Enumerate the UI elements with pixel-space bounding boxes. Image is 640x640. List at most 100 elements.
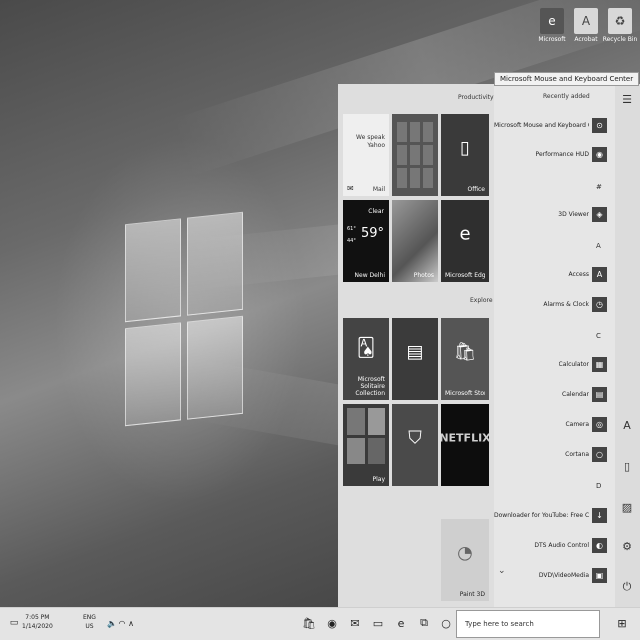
- acrobat-icon: A: [574, 8, 598, 34]
- desktop-icon-label: Acrobat: [574, 36, 598, 43]
- mouse-keyboard-icon: ⊙: [592, 117, 607, 133]
- app-item-calendar[interactable]: ▤ Calendar: [494, 382, 615, 406]
- news-icon: ▤: [406, 341, 424, 363]
- group-title-explore[interactable]: Explore: [470, 297, 493, 304]
- mail-icon: ✉: [347, 184, 354, 193]
- desktop-icon-label: Recycle Bin: [602, 36, 638, 43]
- app-item-access[interactable]: A Access: [494, 262, 615, 286]
- app-label: 3D Viewer: [558, 210, 589, 218]
- tile-label: Microsoft Edge: [445, 272, 485, 279]
- app-label: Downloader for YouTube: Free Conve...: [494, 511, 589, 519]
- letter-header-hash[interactable]: #: [596, 183, 602, 191]
- app-item-alarms-clock[interactable]: ◷ Alarms & Clock: [494, 292, 615, 316]
- edge-icon[interactable]: e: [391, 612, 411, 634]
- app-label: Microsoft Mouse and Keyboard Cen...: [494, 121, 589, 129]
- lang-top: ENG: [83, 614, 96, 621]
- desktop-icon-microsoft[interactable]: e Microsoft: [532, 8, 572, 43]
- app-item-cortana[interactable]: ○ Cortana: [494, 442, 615, 466]
- lang-bottom: US: [85, 623, 94, 630]
- tile-label: Play: [372, 476, 385, 483]
- download-icon: ↓: [592, 507, 607, 523]
- weather-temperature: 59°: [360, 226, 384, 241]
- windows-logo: [125, 211, 243, 430]
- dvd-icon: ▣: [592, 567, 607, 583]
- cortana-icon[interactable]: ○: [436, 612, 456, 634]
- desktop-icon-recycle-bin[interactable]: ♻ Recycle Bin: [600, 8, 640, 43]
- tile-paint-3d[interactable]: ◔ Paint 3D: [441, 519, 489, 601]
- documents-icon[interactable]: ▯: [618, 457, 636, 475]
- show-hidden-icons-icon[interactable]: ∧: [121, 612, 141, 634]
- language-indicator[interactable]: ENG US: [83, 613, 96, 631]
- app-label: DTS Audio Control: [534, 541, 589, 549]
- app-item-camera[interactable]: ◎ Camera: [494, 412, 615, 436]
- group-title-productivity[interactable]: Productivity: [458, 94, 494, 101]
- app-item-dts-audio[interactable]: ◐ DTS Audio Control: [494, 533, 615, 557]
- letter-header-c[interactable]: C: [596, 332, 601, 340]
- office-icon: ▯: [460, 137, 470, 159]
- app-item-dvd-videomedia[interactable]: ▣ DVD\VideoMedia: [494, 563, 615, 587]
- clock-date: 1/14/2020: [22, 623, 53, 630]
- store-icon: 🛍: [453, 341, 477, 363]
- settings-icon[interactable]: ⚙: [618, 537, 636, 555]
- alarm-clock-icon: ◷: [592, 296, 607, 312]
- firefox-icon[interactable]: ◉: [322, 612, 342, 634]
- app-folder-grid: [347, 408, 385, 464]
- tile-mail[interactable]: We speak Yahoo Mail ✉: [343, 114, 389, 196]
- edge-icon: e: [459, 223, 471, 245]
- menu-icon[interactable]: ☰: [618, 90, 636, 108]
- tile-label: New Delhi: [354, 272, 385, 279]
- tile-weather[interactable]: Clear 59° 61° 44° New Delhi: [343, 200, 389, 282]
- store-icon[interactable]: 🛍: [299, 612, 319, 634]
- pictures-icon[interactable]: ▨: [618, 498, 636, 516]
- app-folder-grid: [397, 122, 433, 188]
- desktop-icon-acrobat[interactable]: A Acrobat: [566, 8, 606, 43]
- chevron-down-icon[interactable]: ⌄: [498, 566, 506, 576]
- app-item-calculator[interactable]: ▦ Calculator: [494, 352, 615, 376]
- app-item-downloader-youtube[interactable]: ↓ Downloader for YouTube: Free Conve...: [494, 503, 615, 527]
- weather-condition: Clear: [368, 208, 384, 215]
- desktop-icon-label: Microsoft: [538, 36, 566, 43]
- app-item-mouse-keyboard[interactable]: ⊙ Microsoft Mouse and Keyboard Cen...: [494, 113, 615, 137]
- paint-3d-icon: ◔: [457, 542, 473, 564]
- tile-news[interactable]: ▤: [392, 318, 438, 400]
- app-item-performance-hud[interactable]: ◉ Performance HUD: [494, 142, 615, 166]
- tooltip: Microsoft Mouse and Keyboard Center: [494, 72, 640, 86]
- app-item-3d-viewer[interactable]: ◈ 3D Viewer: [494, 202, 615, 226]
- letter-header-a[interactable]: A: [596, 242, 601, 250]
- app-label: Calculator: [558, 360, 589, 368]
- shield-icon: ⛉: [408, 427, 422, 449]
- tile-shield[interactable]: ⛉: [392, 404, 438, 486]
- weather-low: 44°: [347, 238, 356, 244]
- tile-microsoft-store[interactable]: 🛍 Microsoft Store: [441, 318, 489, 400]
- search-placeholder: Type here to search: [465, 620, 534, 628]
- power-icon[interactable]: ⏻: [618, 578, 636, 596]
- tile-photos[interactable]: Photos: [392, 200, 438, 282]
- mail-icon[interactable]: ✉: [345, 612, 365, 634]
- netflix-logo: NETFLIX: [441, 431, 489, 445]
- clock-time: 7:05 PM: [25, 614, 50, 621]
- recycle-bin-icon: ♻: [608, 8, 632, 34]
- access-icon: A: [592, 266, 607, 282]
- explorer-icon[interactable]: ▭: [368, 612, 388, 634]
- tile-label: Microsoft Store: [445, 390, 485, 397]
- tile-office-apps-folder[interactable]: [392, 114, 438, 196]
- user-icon[interactable]: A: [618, 416, 636, 434]
- calculator-icon: ▦: [592, 356, 607, 372]
- task-view-icon[interactable]: ⧉: [414, 612, 434, 634]
- tile-label: Microsoft Solitaire Collection: [355, 376, 385, 397]
- letter-header-d[interactable]: D: [596, 482, 601, 490]
- tile-office[interactable]: ▯ Office: [441, 114, 489, 196]
- camera-icon: ◎: [592, 416, 607, 432]
- start-side-strip: [615, 84, 640, 607]
- clock[interactable]: 7:05 PM 1/14/2020: [22, 613, 53, 631]
- recently-added-heading: Recently added: [543, 93, 590, 100]
- search-input[interactable]: Type here to search: [456, 610, 600, 638]
- notification-icon[interactable]: ▭: [4, 612, 24, 634]
- tile-solitaire[interactable]: 🂡 Microsoft Solitaire Collection: [343, 318, 389, 400]
- tile-netflix[interactable]: NETFLIX: [441, 404, 489, 486]
- performance-hud-icon: ◉: [592, 146, 607, 162]
- tile-edge[interactable]: e Microsoft Edge: [441, 200, 489, 282]
- windows-start-icon[interactable]: ⊞: [612, 612, 632, 634]
- app-label: Cortana: [565, 450, 589, 458]
- tile-play-folder[interactable]: Play: [343, 404, 389, 486]
